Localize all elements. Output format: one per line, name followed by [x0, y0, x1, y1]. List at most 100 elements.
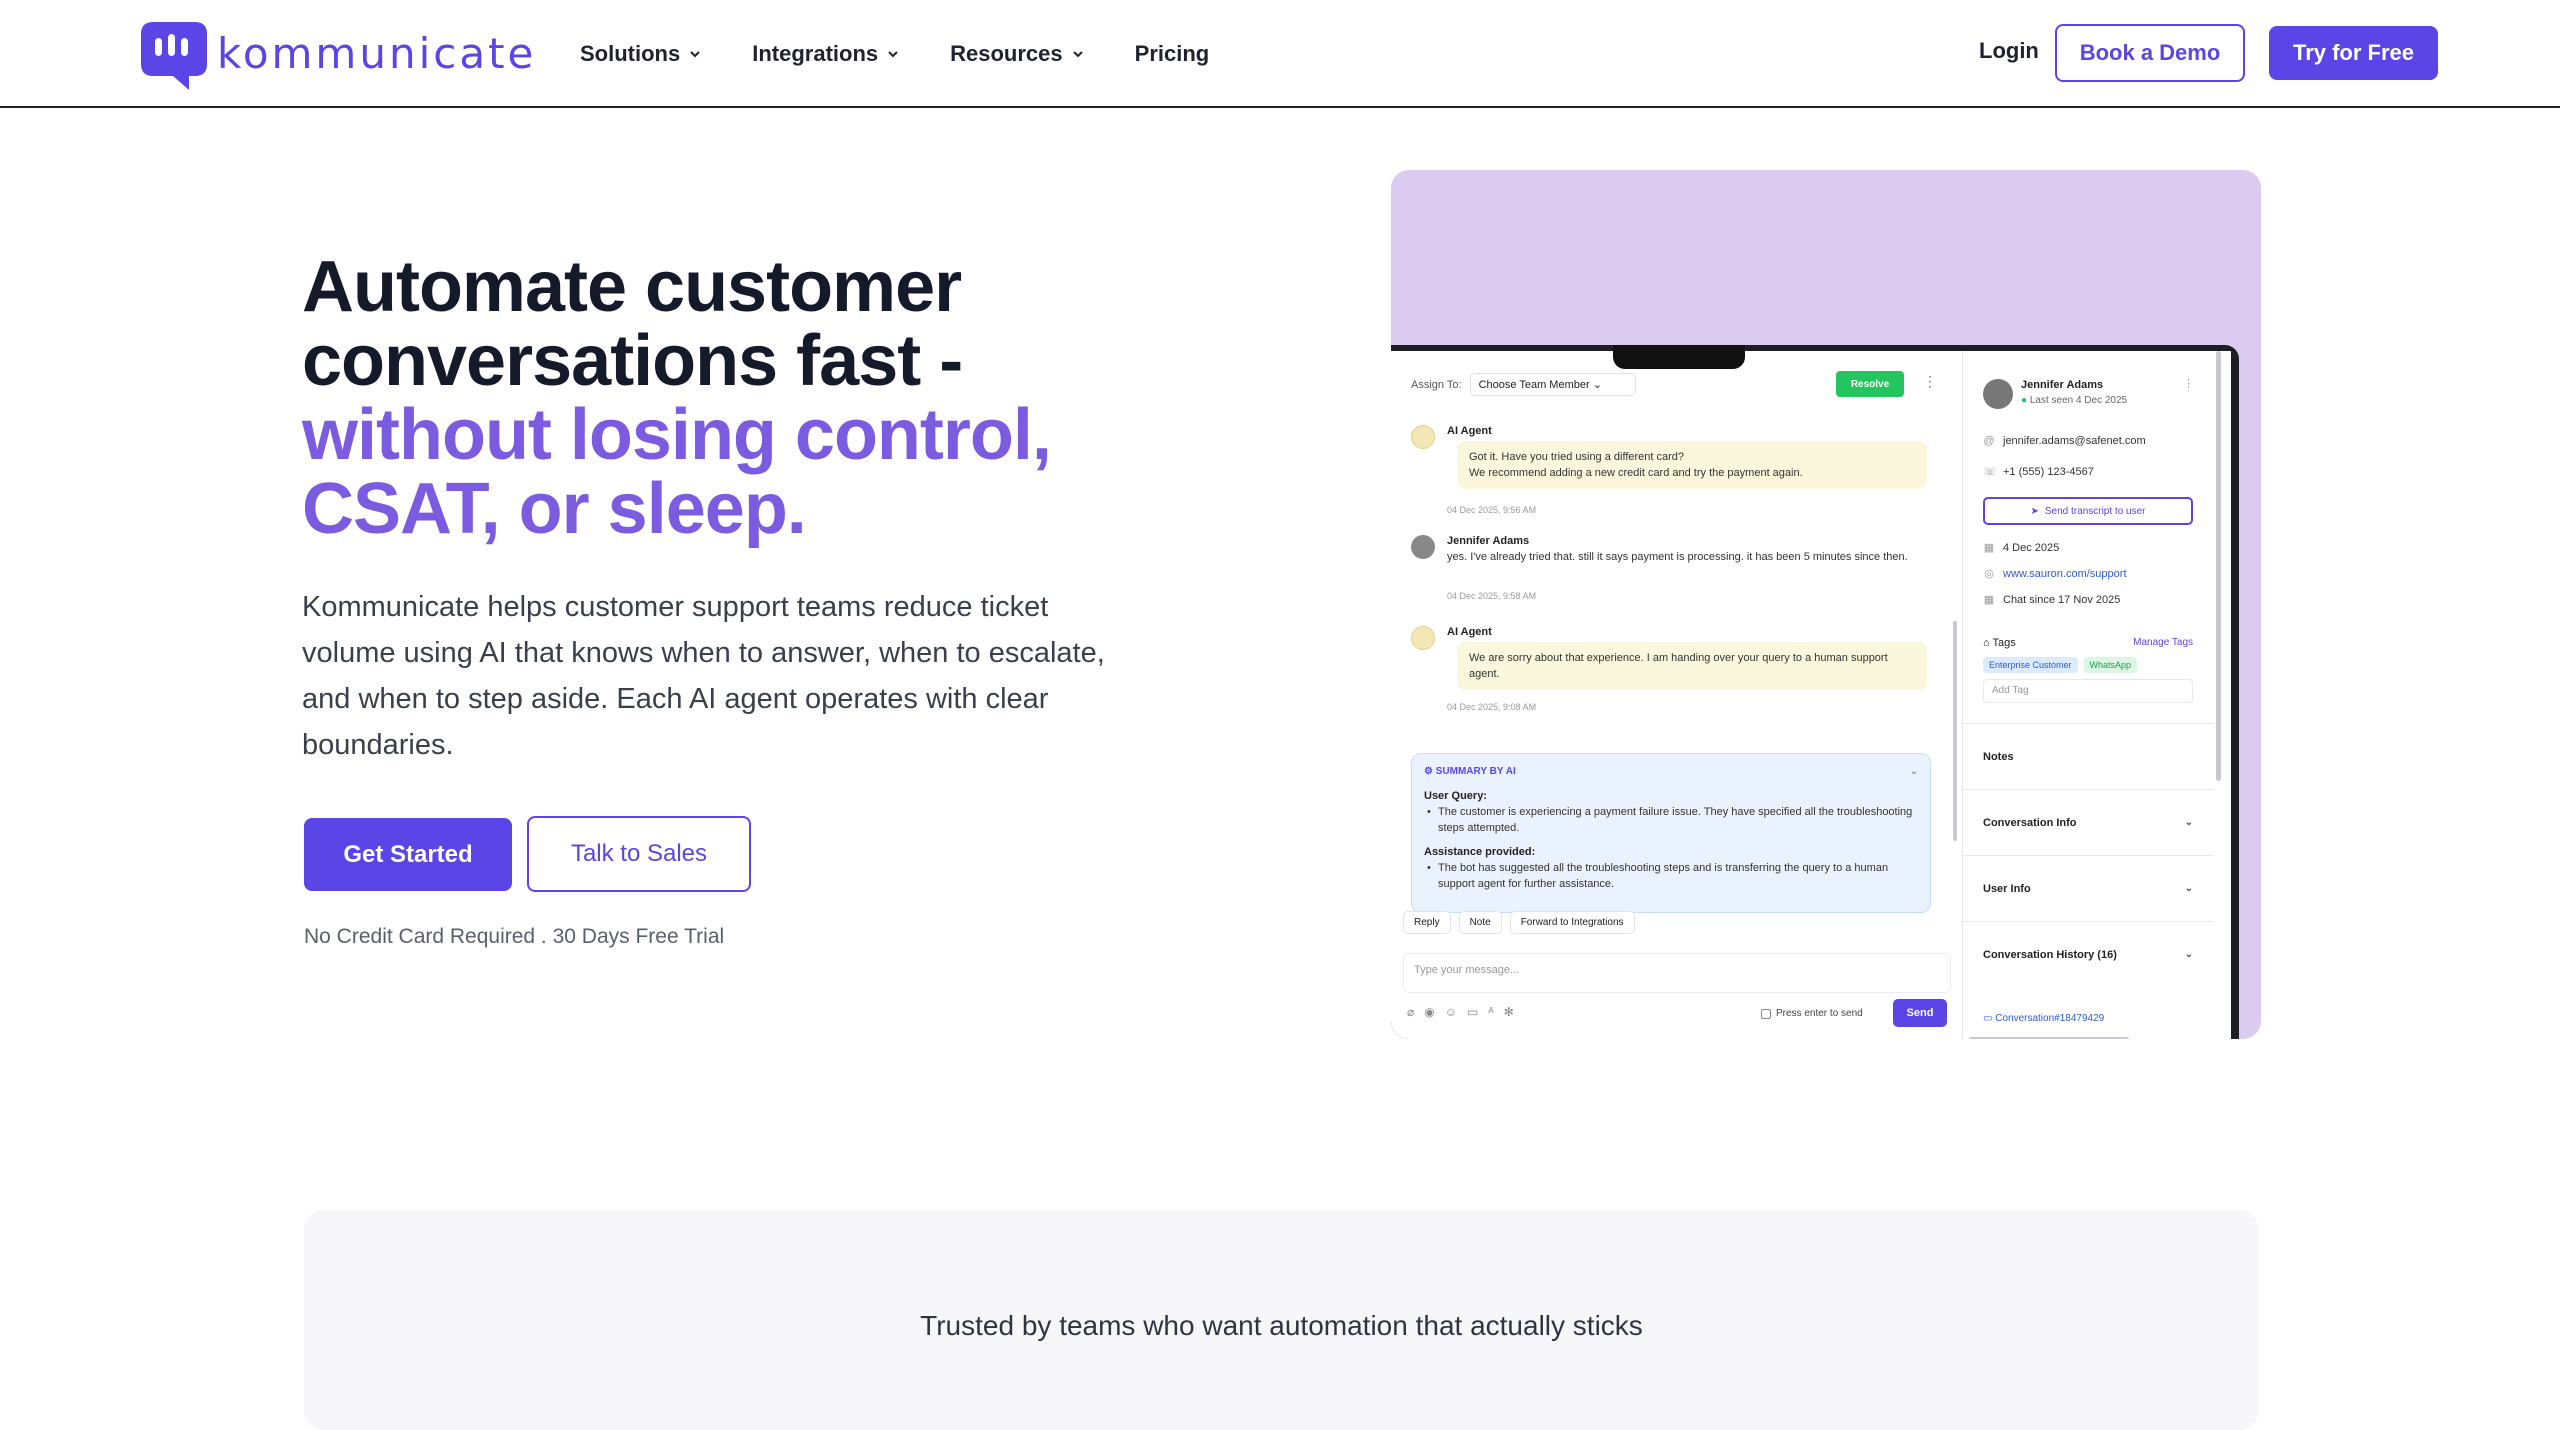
horizontal-scrollbar[interactable]: [1969, 1037, 2129, 1039]
translate-icon[interactable]: ᴬ: [1488, 1005, 1493, 1019]
attachment-icon[interactable]: ⌀: [1407, 1005, 1414, 1019]
tab-note[interactable]: Note: [1458, 911, 1502, 934]
tags-label: ⌂ Tags: [1983, 637, 2016, 649]
message-input[interactable]: Type your message...: [1403, 953, 1951, 993]
send-icon: ➤: [2030, 505, 2039, 517]
try-free-button[interactable]: Try for Free: [2269, 26, 2438, 80]
assistance-text: The bot has suggested all the troublesho…: [1424, 860, 1918, 892]
hero-heading: Automate customer conversations fast - w…: [302, 250, 1202, 546]
chat-bubble-icon: ▭: [1983, 1013, 1993, 1024]
message-time: 04 Dec 2025, 9:08 AM: [1447, 702, 1537, 712]
message-bubble: Got it. Have you tried using a different…: [1457, 441, 1927, 489]
send-transcript-label: Send transcript to user: [2044, 505, 2146, 517]
chevron-down-icon: ⌄: [2184, 949, 2193, 960]
message-bubble: We are sorry about that experience. I am…: [1457, 642, 1927, 690]
profile-chat-since: Chat since 17 Nov 2025: [2003, 593, 2121, 606]
user-query-text: The customer is experiencing a payment f…: [1424, 804, 1918, 836]
press-enter-toggle[interactable]: Press enter to send: [1761, 1008, 1863, 1019]
message-text: yes. I've already tried that. still it s…: [1447, 551, 1908, 563]
user-info-section[interactable]: User Info ⌄: [1963, 855, 2213, 921]
ai-summary-title: SUMMARY BY AI: [1435, 766, 1516, 777]
book-demo-button[interactable]: Book a Demo: [2055, 24, 2245, 82]
nav-solutions-label: Solutions: [580, 41, 681, 66]
bot-avatar: [1411, 626, 1435, 650]
send-transcript-button[interactable]: ➤ Send transcript to user: [1983, 497, 2193, 525]
tags-header: ⌂ Tags Manage Tags: [1983, 637, 2193, 649]
nav-resources[interactable]: Resources: [950, 41, 1085, 67]
assign-toolbar: Assign To: Choose Team Member ⌄: [1411, 373, 1636, 396]
calendar-icon: ▦: [1983, 542, 1995, 554]
tag-list: Enterprise Customer WhatsApp: [1983, 657, 2138, 673]
calendar-icon: ▦: [1983, 594, 1995, 606]
tag-whatsapp[interactable]: WhatsApp: [2083, 657, 2138, 673]
send-button[interactable]: Send: [1893, 999, 1947, 1027]
checkbox[interactable]: [1761, 1008, 1771, 1019]
chevron-down-icon: [888, 51, 898, 58]
notes-section[interactable]: Notes: [1963, 723, 2213, 789]
nav-pricing-label: Pricing: [1134, 41, 1210, 66]
assign-team-select[interactable]: Choose Team Member ⌄: [1469, 373, 1636, 396]
profile-email: jennifer.adams@safenet.com: [2003, 435, 2146, 447]
user-profile-panel: Jennifer Adams ● Last seen 4 Dec 2025 ⋮ …: [1963, 351, 2231, 1039]
hero-heading-line2: conversations fast -: [302, 321, 963, 401]
conversation-link[interactable]: ▭ Conversation#18479429: [1983, 1013, 2104, 1024]
manage-tags-link[interactable]: Manage Tags: [2133, 637, 2193, 649]
tag-icon: ⌂: [1983, 637, 1990, 649]
chat-message: AI Agent We are sorry about that experie…: [1411, 626, 1941, 726]
profile-name: Jennifer Adams: [2021, 379, 2104, 391]
composer-toolbar: ⌀ ◉ ☺ ▭ ᴬ ✻: [1407, 1005, 1514, 1019]
hero-heading-line3: without losing control,: [302, 395, 1052, 475]
tab-reply[interactable]: Reply: [1403, 911, 1451, 934]
phone-row: ☏ +1 (555) 123-4567: [1983, 465, 2094, 479]
more-options-icon[interactable]: ⋮: [1923, 373, 1937, 390]
tab-forward-integrations[interactable]: Forward to Integrations: [1509, 911, 1635, 934]
nav-pricing[interactable]: Pricing: [1135, 41, 1210, 67]
phone-icon: ☏: [1983, 466, 1997, 478]
conversation-history-section[interactable]: Conversation History (16) ⌄: [1963, 921, 2213, 987]
profile-scrollbar[interactable]: [2216, 351, 2221, 781]
chat-icon[interactable]: ▭: [1467, 1005, 1478, 1019]
nav-solutions[interactable]: Solutions: [580, 41, 702, 67]
more-options-icon[interactable]: ⋮: [2183, 377, 2194, 390]
kommunicate-logo[interactable]: kommunicate: [133, 20, 536, 92]
mail-icon: @: [1983, 435, 1995, 447]
message-text: We recommend adding a new credit card an…: [1469, 467, 1803, 479]
talk-to-sales-button[interactable]: Talk to Sales: [527, 816, 751, 892]
settings-icon[interactable]: ✻: [1504, 1005, 1514, 1019]
tags-label-text: Tags: [1992, 637, 2016, 649]
email-row: @ jennifer.adams@safenet.com: [1983, 435, 2146, 447]
nav-resources-label: Resources: [950, 41, 1063, 66]
nav-integrations[interactable]: Integrations: [752, 41, 900, 67]
chevron-down-icon: [1072, 51, 1083, 58]
sparkle-icon: ⚙: [1424, 766, 1433, 777]
date-row: ▦ 4 Dec 2025: [1983, 541, 2060, 555]
add-tag-input[interactable]: Add Tag: [1983, 679, 2193, 703]
profile-website[interactable]: www.sauron.com/support: [2003, 568, 2127, 580]
laptop-notch: [1613, 345, 1745, 369]
message-time: 04 Dec 2025, 9:56 AM: [1447, 505, 1537, 515]
message-sender: AI Agent: [1447, 626, 1492, 638]
chat-scrollbar[interactable]: [1953, 621, 1957, 841]
free-trial-note: No Credit Card Required . 30 Days Free T…: [304, 925, 725, 948]
user-info-label: User Info: [1983, 882, 2031, 895]
product-screenshot: Assign To: Choose Team Member ⌄ Resolve …: [1391, 170, 2261, 1039]
get-started-button[interactable]: Get Started: [304, 818, 512, 891]
chat-message: Jennifer Adams yes. I've already tried t…: [1411, 535, 1941, 615]
tag-enterprise[interactable]: Enterprise Customer: [1983, 657, 2078, 673]
resolve-button[interactable]: Resolve: [1836, 371, 1904, 397]
user-avatar: [1411, 535, 1435, 559]
laptop-screen: Assign To: Choose Team Member ⌄ Resolve …: [1391, 345, 2239, 1039]
emoji-icon[interactable]: ☺: [1445, 1005, 1457, 1019]
chevron-down-icon: ⌄: [2184, 883, 2193, 894]
message-time: 04 Dec 2025, 9:58 AM: [1447, 591, 1537, 601]
location-icon[interactable]: ◉: [1424, 1005, 1434, 1019]
conversation-link-text: Conversation#18479429: [1995, 1013, 2105, 1024]
conversation-info-section[interactable]: Conversation Info ⌄: [1963, 789, 2213, 855]
chevron-down-icon[interactable]: ⌄: [1910, 764, 1918, 780]
profile-date: 4 Dec 2025: [2003, 541, 2060, 554]
login-link[interactable]: Login: [1979, 38, 2039, 64]
hero-heading-line4: CSAT, or sleep.: [302, 469, 807, 549]
message-text: We are sorry about that experience. I am…: [1469, 652, 1888, 680]
ai-summary-card: ⚙ SUMMARY BY AI ⌄ User Query: The custome…: [1411, 753, 1931, 913]
chat-message: AI Agent Got it. Have you tried using a …: [1411, 425, 1941, 525]
